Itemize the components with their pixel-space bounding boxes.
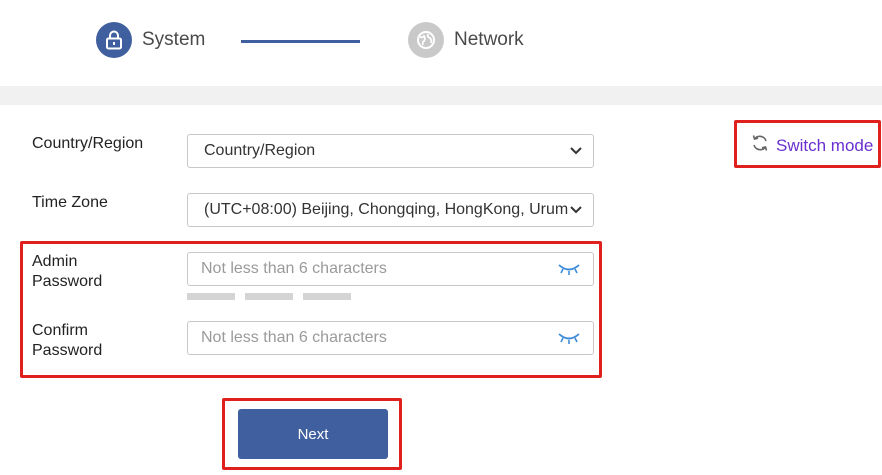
section-divider	[0, 86, 882, 105]
timezone-select[interactable]: (UTC+08:00) Beijing, Chongqing, HongKong…	[187, 193, 594, 227]
password-section-highlight	[20, 241, 602, 378]
timezone-label: Time Zone	[32, 194, 108, 211]
step-connector	[241, 40, 360, 43]
refresh-icon	[750, 133, 770, 158]
country-label: Country/Region	[32, 135, 144, 152]
globe-icon	[408, 22, 444, 58]
chevron-down-icon	[569, 144, 583, 158]
lock-icon	[96, 22, 132, 58]
switch-mode-label: Switch mode	[776, 135, 874, 155]
step-network: Network	[408, 22, 524, 58]
setup-stepper: System Network	[0, 0, 882, 86]
next-button[interactable]: Next	[238, 409, 388, 459]
chevron-down-icon	[569, 203, 583, 217]
step-system-label: System	[142, 29, 206, 50]
timezone-select-value: (UTC+08:00) Beijing, Chongqing, HongKong…	[204, 201, 569, 218]
country-select-value: Country/Region	[204, 142, 316, 159]
switch-mode-link[interactable]: Switch mode	[750, 133, 873, 158]
step-system: System	[96, 22, 205, 58]
step-network-label: Network	[454, 29, 524, 50]
country-select[interactable]: Country/Region	[187, 134, 594, 168]
